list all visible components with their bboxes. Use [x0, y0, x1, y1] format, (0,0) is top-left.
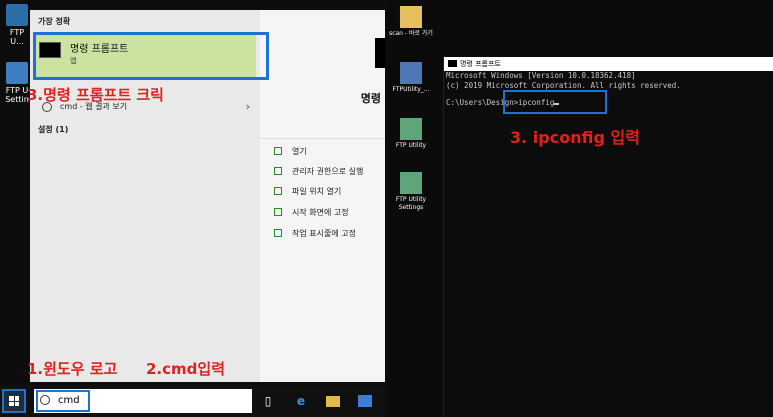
chevron-right-icon: ›: [245, 100, 250, 113]
command-prompt-icon: [448, 60, 457, 67]
desktop-icon-label: FTP Utility: [395, 142, 427, 149]
app-detail-pane: 명령 열기 관리자 권한으로 실행 파일 위치 열기 시작 화면에 고정 작업 …: [260, 10, 385, 382]
command-prompt-large-icon: [375, 38, 385, 68]
screenshot: FTP U... FTP U Settin 가장 정확 명령 프롬프트 앱 cm…: [0, 0, 773, 417]
ftp-utility-icon: [6, 4, 28, 26]
action-label: 작업 표시줄에 고정: [292, 229, 356, 238]
right-panel: scan - 바로 가기 FTPUtility_... FTP Utility …: [385, 0, 773, 417]
ftp-utility-icon: [400, 118, 422, 140]
desktop-icon-label: scan - 바로 가기: [389, 30, 433, 37]
highlight-cmd-input: [503, 90, 607, 114]
action-label: 관리자 권한으로 실행: [292, 167, 364, 176]
windows-logo-icon: [9, 396, 19, 406]
task-view-icon[interactable]: ▯: [260, 393, 276, 409]
app-detail-name: 명령: [360, 92, 381, 105]
ftp-settings-icon: [6, 62, 28, 84]
edge-icon[interactable]: e: [293, 393, 309, 409]
folder-icon: [274, 187, 282, 195]
settings-heading[interactable]: 설정 (1): [38, 124, 68, 135]
file-explorer-icon[interactable]: [326, 396, 340, 407]
desktop-icon-label: FTP U Settin: [5, 86, 29, 104]
store-icon[interactable]: [358, 395, 372, 407]
console-line-version: Microsoft Windows [Version 10.0.18362.41…: [446, 71, 636, 80]
desktop-icon-label: FTP U...: [9, 28, 25, 46]
annotation-step1: 1.윈도우 로고: [27, 360, 118, 378]
annotation-click-command-prompt: 3.명령 프롬프트 크릭: [27, 86, 164, 104]
command-prompt-window[interactable]: 명령 프롬프트 Microsoft Windows [Version 10.0.…: [443, 57, 773, 417]
open-icon: [274, 147, 282, 155]
ftp-settings-icon: [400, 172, 422, 194]
admin-icon: [274, 167, 282, 175]
desktop-icon-ftputility[interactable]: FTPUtility_...: [387, 62, 435, 94]
cmd-title-bar[interactable]: 명령 프롬프트: [444, 57, 773, 71]
best-match-heading: 가장 정확: [38, 17, 71, 26]
cmd-window-title: 명령 프롬프트: [460, 60, 501, 68]
pin-icon: [274, 229, 282, 237]
desktop-icon-label: FTPUtility_...: [392, 86, 430, 93]
highlight-search-box: [36, 390, 90, 412]
annotation-step2: 2.cmd입력: [146, 360, 225, 378]
highlight-best-match: [33, 32, 269, 80]
annotation-step3: 3. ipconfig 입력: [510, 128, 640, 147]
divider: [260, 138, 385, 139]
windows-start-button[interactable]: [2, 389, 26, 413]
folder-icon: [400, 6, 422, 28]
desktop-icon-label: FTP Utility Settings: [395, 196, 427, 211]
console-line-copyright: (c) 2019 Microsoft Corporation. All righ…: [446, 81, 681, 90]
pin-icon: [274, 208, 282, 216]
action-label: 파일 위치 열기: [292, 187, 342, 196]
desktop-icon-scan-shortcut[interactable]: scan - 바로 가기: [387, 6, 435, 38]
action-label: 시작 화면에 고정: [292, 208, 349, 217]
desktop-icon-ftp-utility-settings[interactable]: FTP Utility Settings: [387, 172, 435, 212]
desktop-icon-ftp-utility[interactable]: FTP U...: [4, 4, 30, 46]
action-label: 열기: [292, 147, 307, 156]
ftp-utility-icon: [400, 62, 422, 84]
desktop-icon-ftp-utility[interactable]: FTP Utility: [387, 118, 435, 150]
